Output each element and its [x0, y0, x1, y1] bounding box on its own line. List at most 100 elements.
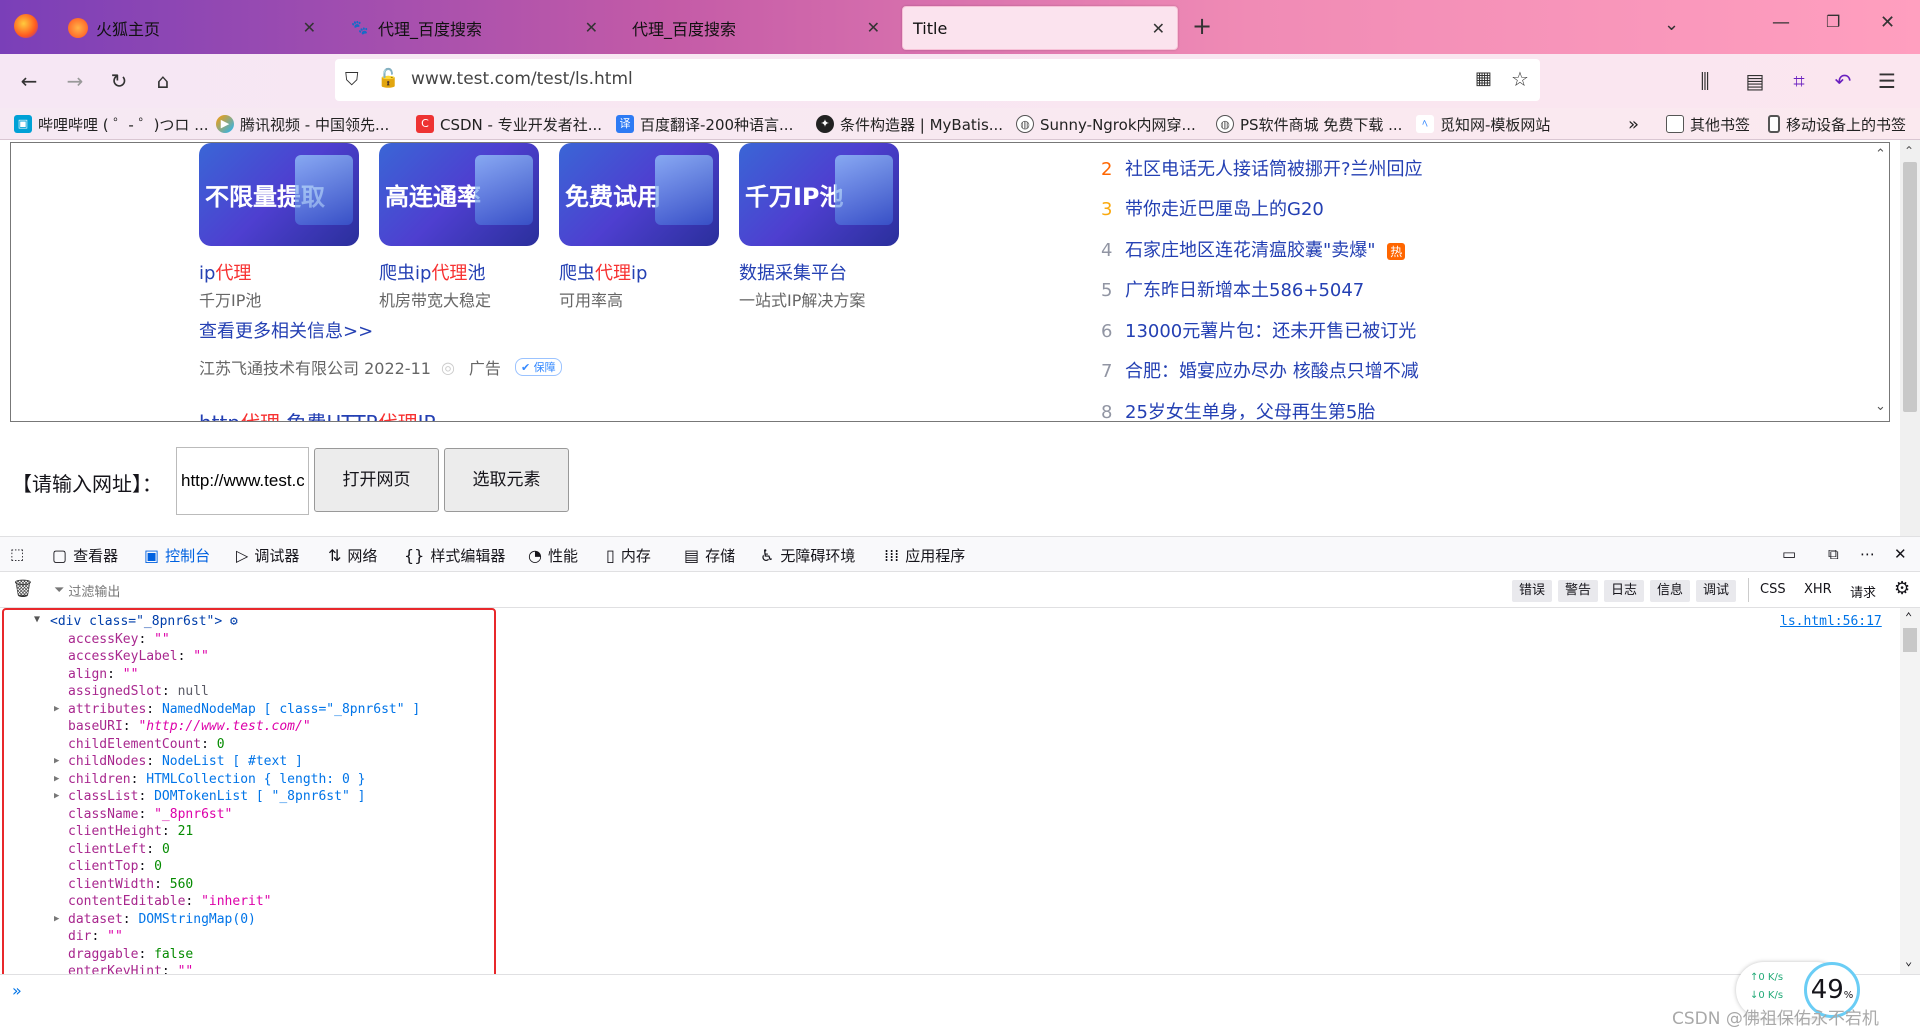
- filter-logs-button[interactable]: 日志: [1604, 580, 1645, 602]
- bookmark-item[interactable]: ﾍ 觅知网-模板网站: [1416, 113, 1550, 135]
- bookmark-folder-mobile[interactable]: 移动设备上的书签: [1768, 113, 1906, 135]
- open-page-button[interactable]: 打开网页: [314, 448, 439, 512]
- hot-list-item[interactable]: 3 带你走近巴厘岛上的G20: [1101, 195, 1324, 221]
- tab-inspector[interactable]: ▢ 查看器: [52, 545, 118, 566]
- page-scrollbar[interactable]: ⌃: [1900, 140, 1920, 536]
- filter-css-button[interactable]: CSS: [1760, 582, 1786, 597]
- chevron-double-right-icon[interactable]: »: [1628, 113, 1639, 135]
- console-property-row[interactable]: dataset: DOMStringMap(0): [68, 912, 256, 927]
- bookmark-item[interactable]: 译百度翻译-200种语言...: [616, 113, 793, 135]
- frame-scrollbar[interactable]: ⌃ ⌄: [1873, 143, 1889, 421]
- expand-twisty-icon[interactable]: ▼: [34, 614, 40, 625]
- hot-list-item[interactable]: 4 石家庄地区连花清瘟胶囊"卖爆" 热: [1101, 236, 1406, 262]
- split-console-icon[interactable]: ▭: [1782, 545, 1796, 563]
- ad-card-title[interactable]: 爬虫ip代理池: [379, 259, 485, 285]
- tab-baidu-2[interactable]: 代理_百度搜索 ✕: [622, 6, 892, 50]
- bookmark-item[interactable]: ▣ 哔哩哔哩 ( ゜- ゜)つロ ...: [14, 113, 209, 135]
- console-scrollbar[interactable]: ⌃ ⌄: [1900, 608, 1920, 974]
- close-icon[interactable]: ✕: [303, 18, 316, 37]
- bookmark-item[interactable]: ◍ PS软件商城 免费下载 ...: [1216, 113, 1402, 135]
- info-circle-icon[interactable]: ◎: [441, 358, 455, 377]
- filter-debug-button[interactable]: 调试: [1696, 580, 1737, 602]
- scrollbar-thumb[interactable]: [1903, 162, 1917, 412]
- hot-list-item[interactable]: 7 合肥：婚宴应办尽办 核酸点只增不减: [1101, 357, 1419, 383]
- filter-input[interactable]: ⏷ 过滤输出: [54, 581, 120, 600]
- filter-warnings-button[interactable]: 警告: [1558, 580, 1599, 602]
- bookmark-item[interactable]: ✦ 条件构造器 | MyBatis...: [816, 113, 1003, 135]
- bookmark-item[interactable]: C CSDN - 专业开发者社...: [416, 113, 602, 135]
- next-result-title[interactable]: http代理 免费HTTP代理IP: [199, 407, 436, 421]
- chevron-double-right-icon[interactable]: »: [12, 981, 22, 1000]
- expand-twisty-icon[interactable]: ▶: [54, 791, 59, 801]
- expand-twisty-icon[interactable]: ▶: [54, 774, 59, 784]
- tab-performance[interactable]: ◔ 性能: [528, 545, 578, 566]
- devtools-close-icon[interactable]: ✕: [1894, 545, 1907, 563]
- filter-requests-button[interactable]: 请求: [1850, 582, 1876, 601]
- tab-title[interactable]: Title ✕: [902, 6, 1178, 50]
- ad-card[interactable]: 免费试用: [559, 143, 719, 246]
- insecure-lock-icon[interactable]: 🔓: [377, 68, 399, 89]
- console-property-row[interactable]: children: HTMLCollection { length: 0 }: [68, 772, 365, 787]
- ad-card-image[interactable]: 高连通率: [379, 143, 539, 246]
- url-bar[interactable]: ⛉ 🔓 www.test.com/test/ls.html ▦ ☆: [335, 59, 1540, 101]
- window-close-icon[interactable]: ✕: [1880, 12, 1895, 33]
- minimize-icon[interactable]: —: [1772, 12, 1790, 33]
- bookmark-item[interactable]: ◍ Sunny-Ngrok内网穿...: [1016, 113, 1196, 135]
- screenshot-crop-icon[interactable]: ⌗: [1784, 66, 1814, 96]
- settings-gear-icon[interactable]: ⚙: [1894, 578, 1910, 599]
- filter-info-button[interactable]: 信息: [1650, 580, 1691, 602]
- tab-storage[interactable]: ▤ 存储: [684, 545, 735, 566]
- menu-icon[interactable]: ☰: [1872, 66, 1902, 96]
- tab-accessibility[interactable]: ♿ 无障碍环境: [760, 545, 855, 566]
- dock-icon[interactable]: ⧉: [1828, 545, 1839, 563]
- console-property-row[interactable]: childNodes: NodeList [ #text ]: [68, 754, 303, 769]
- ad-card-title[interactable]: ip代理: [199, 259, 251, 285]
- more-options-icon[interactable]: ⋯: [1860, 545, 1875, 563]
- console-input-bar[interactable]: »: [0, 974, 1920, 1034]
- bookmark-folder-other[interactable]: 其他书签: [1666, 113, 1750, 135]
- close-icon[interactable]: ✕: [867, 18, 880, 37]
- restore-icon[interactable]: ❐: [1826, 12, 1840, 31]
- tab-console[interactable]: ▣ 控制台: [144, 545, 211, 574]
- qr-code-icon[interactable]: ▦: [1475, 68, 1492, 89]
- hot-list-item[interactable]: 2 社区电话无人接话筒被挪开?兰州回应: [1101, 155, 1423, 181]
- tab-application[interactable]: ⁞⁞⁞ 应用程序: [884, 545, 965, 566]
- chevron-down-icon[interactable]: ⌄: [1664, 14, 1679, 35]
- scroll-up-icon[interactable]: ⌃: [1904, 144, 1914, 158]
- bookmark-star-icon[interactable]: ☆: [1511, 67, 1529, 91]
- scroll-down-icon[interactable]: ⌄: [1875, 399, 1886, 414]
- ad-card[interactable]: 高连通率: [379, 143, 539, 246]
- expand-twisty-icon[interactable]: ▶: [54, 704, 59, 714]
- trash-icon[interactable]: 🗑: [12, 579, 34, 599]
- hot-list-item[interactable]: 5 广东昨日新增本土586+5047: [1101, 276, 1364, 302]
- undo-arrow-icon[interactable]: ↶: [1828, 66, 1858, 96]
- tab-firefox-home[interactable]: 火狐主页 ✕: [58, 6, 328, 50]
- tab-memory[interactable]: ▯ 内存: [606, 545, 651, 566]
- ad-card[interactable]: 千万IP池: [739, 143, 899, 246]
- hot-list-item[interactable]: 6 13000元薯片包：还未开售已被订光: [1101, 317, 1416, 343]
- gear-icon[interactable]: ⚙: [230, 614, 238, 629]
- console-object-root[interactable]: <div class="_8pnr6st"> ⚙: [50, 614, 238, 629]
- expand-twisty-icon[interactable]: ▶: [54, 914, 59, 924]
- firefox-logo-icon[interactable]: [14, 14, 38, 38]
- reload-icon[interactable]: ↻: [104, 66, 134, 96]
- close-icon[interactable]: ✕: [585, 18, 598, 37]
- scrollbar-thumb[interactable]: [1903, 628, 1917, 652]
- tab-network[interactable]: ⇅ 网络: [328, 545, 377, 566]
- back-arrow-icon[interactable]: ←: [14, 66, 44, 96]
- console-property-row[interactable]: attributes: NamedNodeMap [ class="_8pnr6…: [68, 702, 420, 717]
- expand-twisty-icon[interactable]: ▶: [54, 756, 59, 766]
- close-icon[interactable]: ✕: [1152, 19, 1165, 38]
- url-input[interactable]: [176, 447, 309, 515]
- shield-icon[interactable]: ⛉: [345, 69, 359, 90]
- element-picker-icon[interactable]: ⬚: [10, 545, 24, 563]
- tab-style-editor[interactable]: {} 样式编辑器: [404, 545, 505, 566]
- console-property-row[interactable]: classList: DOMTokenList [ "_8pnr6st" ]: [68, 789, 365, 804]
- ad-card-image[interactable]: 免费试用: [559, 143, 719, 246]
- ad-card-image[interactable]: 千万IP池: [739, 143, 899, 246]
- library-icon[interactable]: ⫼: [1690, 66, 1720, 96]
- scroll-up-icon[interactable]: ⌃: [1875, 147, 1886, 162]
- hot-list-item[interactable]: 8 25岁女生单身，父母再生第5胎: [1101, 398, 1375, 421]
- ad-card[interactable]: 不限量提取: [199, 143, 359, 246]
- scroll-down-icon[interactable]: ⌄: [1905, 954, 1912, 968]
